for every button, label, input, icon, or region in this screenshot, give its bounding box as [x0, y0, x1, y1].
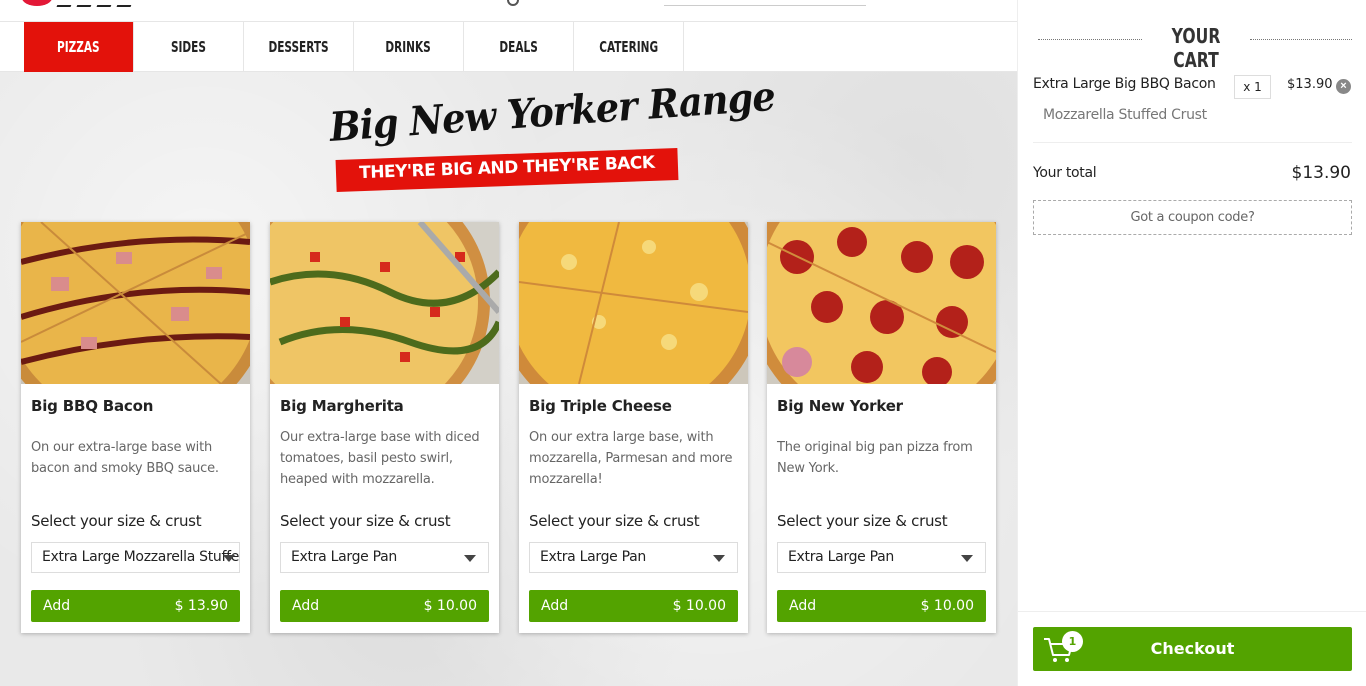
nav-tab-drinks[interactable]: DRINKS: [354, 22, 464, 72]
promo-banner: Big New Yorker Range THEY'RE BIG AND THE…: [328, 73, 776, 194]
coupon-code-button[interactable]: Got a coupon code?: [1033, 200, 1352, 235]
add-to-cart-button[interactable]: Add $ 10.00: [280, 590, 489, 622]
product-title: Big Triple Cheese: [529, 397, 672, 415]
size-crust-select[interactable]: Extra Large Pan: [529, 542, 738, 573]
add-label: Add: [292, 598, 320, 614]
header-divider: [1250, 39, 1352, 40]
nav-tab-label: SIDES: [170, 38, 206, 56]
total-label: Your total: [1033, 165, 1097, 181]
chevron-down-icon: [464, 555, 476, 562]
product-description: Our extra-large base with diced tomatoes…: [280, 430, 480, 487]
product-title: Big BBQ Bacon: [31, 397, 154, 415]
size-crust-selected: Extra Large Pan: [788, 549, 895, 565]
size-crust-select[interactable]: Extra Large Mozzarella Stuffed Crust: [31, 542, 240, 573]
add-label: Add: [541, 598, 569, 614]
cart-item-price: $13.90: [1287, 77, 1333, 92]
add-label: Add: [43, 598, 71, 614]
banner-title: Big New Yorker Range: [328, 72, 777, 151]
product-description: On our extra-large base with bacon and s…: [31, 440, 219, 476]
product-description: The original big pan pizza from New York…: [777, 440, 973, 476]
size-crust-label: Select your size & crust: [31, 512, 202, 530]
nav-tab-desserts[interactable]: DESSERTS: [244, 22, 354, 72]
product-description: On our extra large base, with mozzarella…: [529, 430, 733, 487]
nav-tab-deals[interactable]: DEALS: [464, 22, 574, 72]
nav-tab-pizzas[interactable]: PIZZAS: [24, 22, 134, 72]
product-card-big-new-yorker: Big New Yorker The original big pan pizz…: [767, 222, 996, 633]
product-image-big-new-yorker[interactable]: [767, 222, 996, 384]
product-title: Big Margherita: [280, 397, 404, 415]
cart-title: YOUR CART: [1171, 24, 1221, 72]
size-crust-selected: Extra Large Mozzarella Stuffed Crust: [42, 549, 240, 565]
size-crust-selected: Extra Large Pan: [291, 549, 398, 565]
site-header: [0, 0, 1017, 22]
size-crust-select[interactable]: Extra Large Pan: [280, 542, 489, 573]
product-price: $ 10.00: [920, 598, 974, 614]
product-title: Big New Yorker: [777, 397, 903, 415]
nav-tab-label: CATERING: [599, 38, 658, 56]
product-image-big-margherita[interactable]: [270, 222, 499, 384]
product-price: $ 13.90: [174, 598, 228, 614]
header-divider: [1038, 39, 1142, 40]
product-card-big-margherita: Big Margherita Our extra-large base with…: [270, 222, 499, 633]
category-nav: PIZZAS SIDES DESSERTS DRINKS DEALS CATER…: [0, 21, 1017, 72]
nav-tab-catering[interactable]: CATERING: [574, 22, 684, 72]
cart-item-option: Mozzarella Stuffed Crust: [1043, 107, 1207, 123]
total-value: $13.90: [1291, 163, 1351, 183]
remove-item-icon[interactable]: ×: [1336, 79, 1351, 94]
cart-panel: YOUR CART Extra Large Big BBQ Bacon x 1 …: [1017, 0, 1366, 686]
menu-main: Big New Yorker Range THEY'RE BIG AND THE…: [0, 72, 1017, 686]
size-crust-select[interactable]: Extra Large Pan: [777, 542, 986, 573]
nav-tab-label: DESSERTS: [268, 38, 329, 56]
size-crust-label: Select your size & crust: [777, 512, 948, 530]
cart-divider: [1033, 142, 1352, 143]
product-card-big-bbq-bacon: Big BBQ Bacon On our extra-large base wi…: [21, 222, 250, 633]
cart-footer-divider: [1018, 611, 1366, 612]
brand-wordmark: [56, 0, 168, 7]
nav-tab-label: DEALS: [499, 38, 538, 56]
product-image-big-triple-cheese[interactable]: [519, 222, 748, 384]
nav-tab-sides[interactable]: SIDES: [134, 22, 244, 72]
product-image-big-bbq-bacon[interactable]: [21, 222, 250, 384]
checkout-button[interactable]: 1 Checkout: [1033, 627, 1352, 671]
header-search-field[interactable]: [664, 0, 866, 6]
chevron-down-icon: [961, 555, 973, 562]
cart-item-quantity[interactable]: x 1: [1234, 75, 1271, 99]
size-crust-selected: Extra Large Pan: [540, 549, 647, 565]
brand-logo[interactable]: [22, 0, 52, 6]
cart-item-name: Extra Large Big BBQ Bacon: [1033, 76, 1216, 92]
add-to-cart-button[interactable]: Add $ 10.00: [777, 590, 986, 622]
product-price: $ 10.00: [672, 598, 726, 614]
add-to-cart-button[interactable]: Add $ 10.00: [529, 590, 738, 622]
size-crust-label: Select your size & crust: [280, 512, 451, 530]
checkout-label: Checkout: [1150, 639, 1235, 658]
nav-tab-label: DRINKS: [385, 38, 432, 56]
add-to-cart-button[interactable]: Add $ 13.90: [31, 590, 240, 622]
chevron-down-icon: [713, 555, 725, 562]
cart-header: YOUR CART: [1038, 24, 1352, 72]
add-label: Add: [789, 598, 817, 614]
product-price: $ 10.00: [423, 598, 477, 614]
nav-tab-label: PIZZAS: [57, 38, 100, 56]
size-crust-label: Select your size & crust: [529, 512, 700, 530]
product-card-big-triple-cheese: Big Triple Cheese On our extra large bas…: [519, 222, 748, 633]
location-icon[interactable]: [507, 0, 519, 6]
chevron-down-icon: [223, 555, 235, 562]
